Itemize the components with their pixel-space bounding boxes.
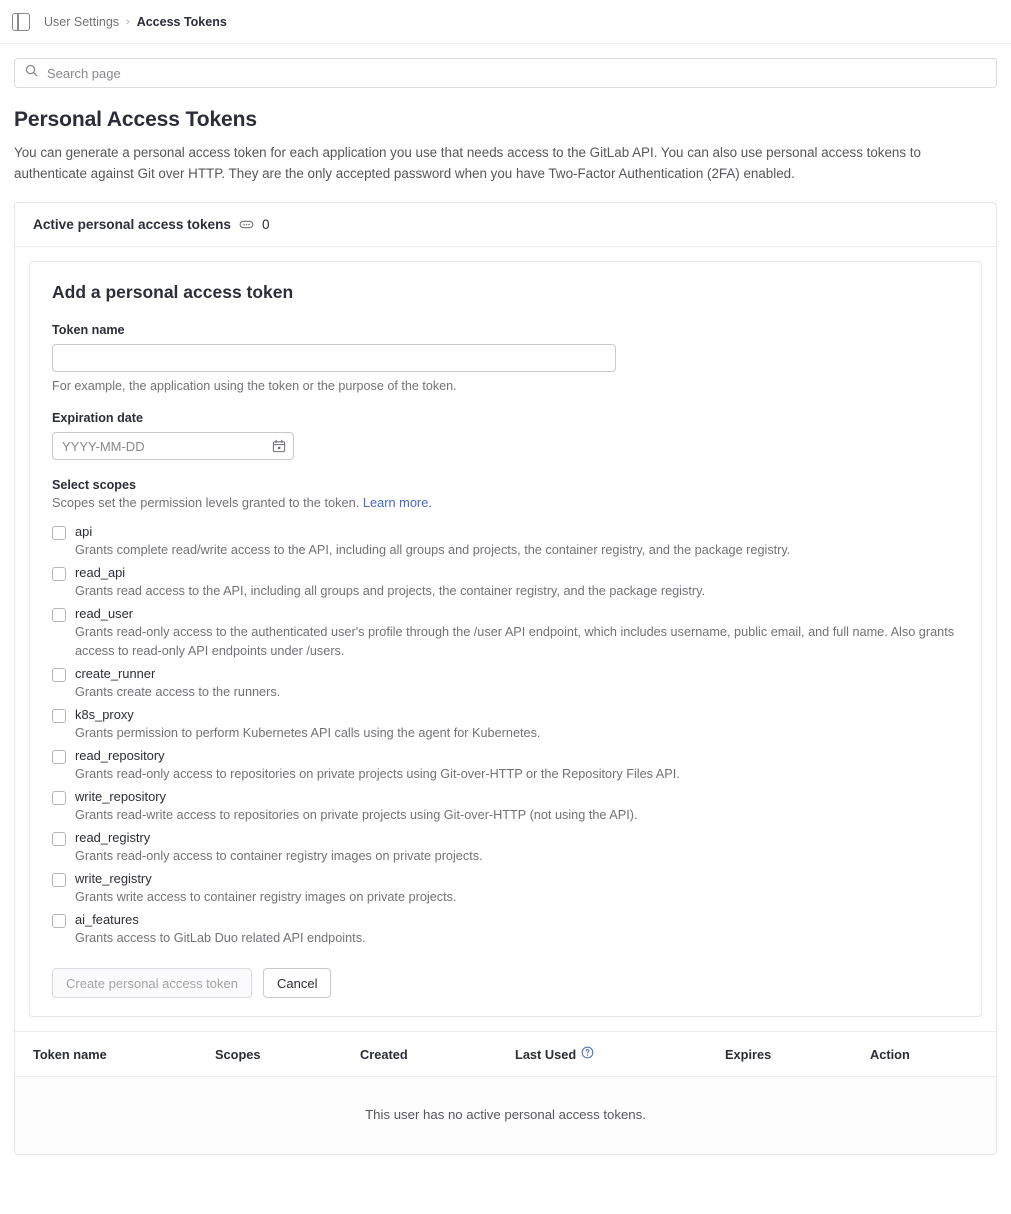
scope-description-api: Grants complete read/write access to the… [75, 543, 791, 557]
page-content: Personal Access Tokens You can generate … [0, 108, 1011, 1155]
select-scopes-label: Select scopes [52, 478, 137, 492]
scope-description-k8s_proxy: Grants permission to perform Kubernetes … [75, 726, 541, 740]
scope-label-write_registry[interactable]: write_registry [75, 871, 152, 886]
scope-head: api [52, 524, 959, 540]
scope-label-api[interactable]: api [75, 524, 92, 539]
scope-description-read_user: Grants read-only access to the authentic… [75, 625, 955, 658]
scope-row: create_runner Grants create access to the… [52, 666, 959, 702]
scope-row: read_api Grants read access to the API, i… [52, 565, 959, 601]
scope-label-k8s_proxy[interactable]: k8s_proxy [75, 707, 134, 722]
token-pill-icon [239, 217, 254, 232]
scope-head: k8s_proxy [52, 707, 959, 723]
search-icon [25, 64, 47, 82]
scope-checkbox-ai_features[interactable] [52, 914, 66, 928]
scope-checkbox-read_user[interactable] [52, 608, 66, 622]
active-tokens-title: Active personal access tokens [33, 217, 231, 232]
scope-head: read_repository [52, 748, 959, 764]
tokens-table: Token name Scopes Created Last Used Expi… [15, 1031, 996, 1154]
scope-checkbox-create_runner[interactable] [52, 668, 66, 682]
expiration-date-field [52, 432, 294, 460]
scope-label-create_runner[interactable]: create_runner [75, 666, 155, 681]
scope-checkbox-api[interactable] [52, 526, 66, 540]
add-token-title: Add a personal access token [52, 282, 294, 302]
create-personal-access-token-button[interactable]: Create personal access token [52, 968, 252, 998]
column-header-expires: Expires [725, 1031, 870, 1077]
sidebar-panel-icon[interactable] [12, 12, 30, 31]
scope-head: write_repository [52, 789, 959, 805]
scope-description-write_repository: Grants read-write access to repositories… [75, 808, 638, 822]
scopes-subtitle-text: Scopes set the permission levels granted… [52, 495, 360, 510]
search-placeholder: Search page [47, 65, 121, 81]
scope-checkbox-k8s_proxy[interactable] [52, 709, 66, 723]
scopes-learn-more-link[interactable]: Learn more. [363, 495, 432, 510]
active-tokens-count: 0 [261, 217, 270, 232]
column-header-last-used: Last Used [515, 1031, 725, 1077]
scope-checkbox-read_api[interactable] [52, 567, 66, 581]
scope-row: write_repository Grants read-write access… [52, 789, 959, 825]
calendar-icon[interactable] [272, 439, 286, 453]
search-input[interactable]: Search page [14, 58, 997, 88]
breadcrumb-item-access-tokens: Access Tokens [136, 14, 227, 29]
column-header-token-name: Token name [15, 1031, 215, 1077]
scope-row: read_repository Grants read-only access t… [52, 748, 959, 784]
scope-head: write_registry [52, 871, 959, 887]
scope-head: read_api [52, 565, 959, 581]
scope-description-write_registry: Grants write access to container registr… [75, 890, 457, 904]
add-token-panel: Add a personal access token Token name F… [29, 261, 982, 1017]
scope-row: read_user Grants read-only access to the … [52, 606, 959, 661]
token-name-label: Token name [52, 323, 125, 337]
scope-label-read_user[interactable]: read_user [75, 606, 133, 621]
scope-row: write_registry Grants write access to con… [52, 871, 959, 907]
tokens-table-empty-row: This user has no active personal access … [15, 1076, 996, 1154]
scopes-list: api Grants complete read/write access to … [52, 524, 959, 948]
scope-label-read_registry[interactable]: read_registry [75, 830, 150, 845]
scope-checkbox-read_repository[interactable] [52, 750, 66, 764]
expiration-date-input[interactable] [52, 432, 294, 460]
scope-row: api Grants complete read/write access to … [52, 524, 959, 560]
column-header-action: Action [870, 1031, 996, 1077]
question-circle-icon[interactable] [581, 1046, 594, 1062]
scope-checkbox-write_repository[interactable] [52, 791, 66, 805]
active-tokens-card-header: Active personal access tokens 0 [15, 203, 996, 247]
scope-label-read_api[interactable]: read_api [75, 565, 125, 580]
scope-description-ai_features: Grants access to GitLab Duo related API … [75, 931, 366, 945]
scope-description-read_api: Grants read access to the API, including… [75, 584, 706, 598]
token-name-help: For example, the application using the t… [52, 379, 457, 393]
scope-description-create_runner: Grants create access to the runners. [75, 685, 281, 699]
scope-head: ai_features [52, 912, 959, 928]
scope-description-read_repository: Grants read-only access to repositories … [75, 767, 680, 781]
top-bar: User Settings › Access Tokens [0, 0, 1011, 44]
scope-description-read_registry: Grants read-only access to container reg… [75, 849, 483, 863]
breadcrumb-separator-icon: › [126, 15, 130, 28]
scope-head: create_runner [52, 666, 959, 682]
cancel-button[interactable]: Cancel [262, 968, 332, 998]
scope-checkbox-read_registry[interactable] [52, 832, 66, 846]
scope-head: read_user [52, 606, 959, 622]
breadcrumb: User Settings › Access Tokens [44, 15, 227, 29]
scopes-subtitle: Scopes set the permission levels granted… [52, 495, 959, 510]
scope-row: ai_features Grants access to GitLab Duo r… [52, 912, 959, 948]
column-header-created: Created [360, 1031, 515, 1077]
scope-checkbox-write_registry[interactable] [52, 873, 66, 887]
breadcrumb-item-user-settings[interactable]: User Settings [44, 15, 119, 29]
last-used-label: Last Used [515, 1046, 577, 1062]
active-tokens-card: Active personal access tokens 0 Add a pe… [14, 202, 997, 1155]
expiration-date-label: Expiration date [52, 411, 143, 425]
token-name-input[interactable] [52, 344, 616, 372]
page-title: Personal Access Tokens [14, 108, 257, 131]
scope-head: read_registry [52, 830, 959, 846]
scope-row: k8s_proxy Grants permission to perform Ku… [52, 707, 959, 743]
scope-label-ai_features[interactable]: ai_features [75, 912, 139, 927]
page-description: You can generate a personal access token… [14, 145, 921, 181]
scope-label-read_repository[interactable]: read_repository [75, 748, 165, 763]
scope-label-write_repository[interactable]: write_repository [75, 789, 166, 804]
search-section: Search page [0, 44, 1011, 88]
empty-state-message: This user has no active personal access … [15, 1076, 996, 1154]
form-actions: Create personal access token Cancel [52, 968, 959, 998]
tokens-table-header-row: Token name Scopes Created Last Used Expi… [15, 1031, 996, 1077]
scope-row: read_registry Grants read-only access to … [52, 830, 959, 866]
column-header-scopes: Scopes [215, 1031, 360, 1077]
